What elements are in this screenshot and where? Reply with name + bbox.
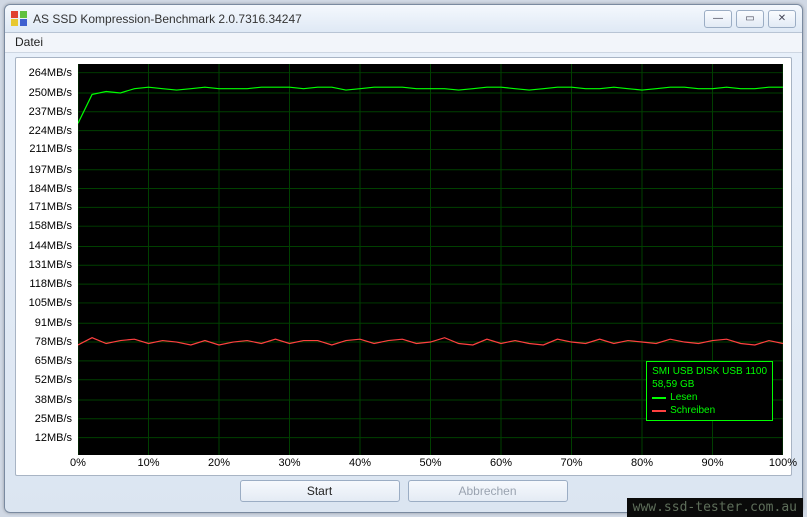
y-tick-label: 65MB/s (35, 355, 72, 367)
x-tick-label: 10% (137, 457, 159, 469)
watermark: www.ssd-tester.com.au (627, 498, 803, 517)
y-tick-label: 211MB/s (29, 143, 72, 155)
legend-write: Schreiben (652, 404, 767, 417)
menu-bar: Datei (5, 33, 802, 53)
x-axis-labels: 0%10%20%30%40%50%60%70%80%90%100% (78, 457, 783, 475)
legend-read-swatch (652, 397, 666, 399)
legend-write-swatch (652, 410, 666, 412)
y-tick-label: 264MB/s (29, 67, 72, 79)
y-tick-label: 52MB/s (35, 374, 72, 386)
y-tick-label: 171MB/s (29, 201, 72, 213)
cancel-button: Abbrechen (408, 480, 568, 502)
legend-read: Lesen (652, 391, 767, 404)
y-tick-label: 250MB/s (29, 87, 72, 99)
x-tick-label: 0% (70, 457, 86, 469)
window-controls: — ▭ ✕ (704, 10, 796, 28)
y-axis-labels: 12MB/s 25MB/s 38MB/s 52MB/s 65MB/s 78MB/s 91MB… (16, 64, 76, 455)
x-tick-label: 70% (560, 457, 582, 469)
y-tick-label: 25MB/s (35, 413, 72, 425)
titlebar: AS SSD Kompression-Benchmark 2.0.7316.34… (5, 5, 802, 33)
y-tick-label: 237MB/s (29, 106, 72, 118)
y-tick-label: 78MB/s (35, 336, 72, 348)
x-tick-label: 20% (208, 457, 230, 469)
y-tick-label: 224MB/s (29, 125, 72, 137)
y-tick-label: 144MB/s (29, 240, 72, 252)
legend-capacity: 58,59 GB (652, 378, 767, 391)
y-tick-label: 197MB/s (29, 164, 72, 176)
y-tick-label: 12MB/s (35, 432, 72, 444)
legend-device: SMI USB DISK USB 1100 (652, 365, 767, 378)
legend-write-label: Schreiben (670, 404, 715, 417)
x-tick-label: 50% (419, 457, 441, 469)
y-tick-label: 131MB/s (29, 259, 72, 271)
x-tick-label: 90% (701, 457, 723, 469)
x-tick-label: 100% (769, 457, 797, 469)
menu-file[interactable]: Datei (15, 35, 43, 49)
minimize-button[interactable]: — (704, 10, 732, 28)
y-tick-label: 158MB/s (29, 220, 72, 232)
maximize-button[interactable]: ▭ (736, 10, 764, 28)
close-button[interactable]: ✕ (768, 10, 796, 28)
y-tick-label: 91MB/s (35, 317, 72, 329)
y-tick-label: 184MB/s (29, 183, 72, 195)
app-icon (11, 11, 27, 27)
x-tick-label: 40% (349, 457, 371, 469)
x-tick-label: 60% (490, 457, 512, 469)
legend-box: SMI USB DISK USB 1100 58,59 GB Lesen Sch… (646, 361, 773, 421)
window-title: AS SSD Kompression-Benchmark 2.0.7316.34… (33, 12, 302, 26)
y-tick-label: 38MB/s (35, 394, 72, 406)
y-tick-label: 118MB/s (29, 278, 72, 290)
app-window: AS SSD Kompression-Benchmark 2.0.7316.34… (4, 4, 803, 513)
chart-panel: 12MB/s 25MB/s 38MB/s 52MB/s 65MB/s 78MB/s 91MB… (15, 57, 792, 476)
y-tick-label: 105MB/s (29, 297, 72, 309)
x-tick-label: 80% (631, 457, 653, 469)
start-button[interactable]: Start (240, 480, 400, 502)
chart-area: SMI USB DISK USB 1100 58,59 GB Lesen Sch… (78, 64, 783, 455)
x-tick-label: 30% (278, 457, 300, 469)
legend-read-label: Lesen (670, 391, 697, 404)
